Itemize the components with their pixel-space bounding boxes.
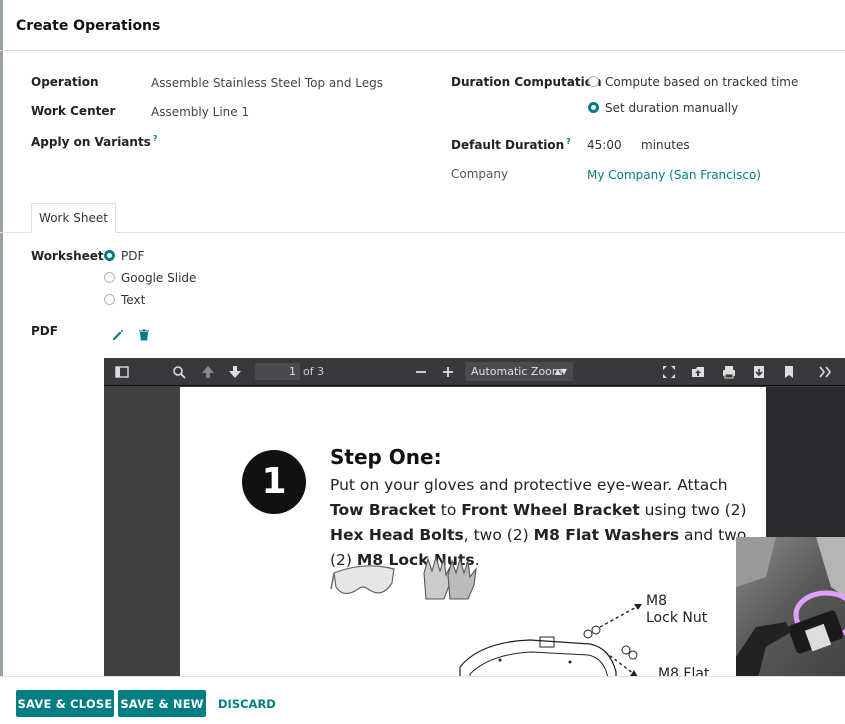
radio-worksheet-text[interactable] [104, 294, 115, 305]
pdf-toolbar: 1 of 3 Automatic Zoom ▲▼ [104, 358, 845, 386]
assembly-diagram [459, 603, 643, 676]
page-number-input[interactable]: 1 [255, 363, 300, 380]
dialog-title: Create Operations [16, 18, 161, 34]
step-instructions: Put on your gloves and protective eye-we… [330, 473, 750, 573]
instruction-segment: Tow Bracket [330, 501, 436, 519]
worksheet-label: Worksheet [31, 249, 104, 263]
radio-worksheet-pdf-label[interactable]: PDF [121, 249, 144, 263]
radio-worksheet-pdf[interactable] [104, 250, 115, 261]
radio-compute-tracked[interactable] [588, 76, 599, 87]
previous-page-icon[interactable] [200, 364, 216, 380]
operation-label: Operation [31, 75, 99, 89]
zoom-in-icon[interactable] [440, 364, 456, 380]
radio-compute-tracked-label[interactable]: Compute based on tracked time [605, 75, 798, 89]
instruction-segment: using two (2) [639, 501, 747, 519]
step-title: Step One: [330, 445, 442, 469]
callout-m8-lock-nut: M8 Lock Nut [646, 593, 708, 626]
updown-caret-icon: ▲▼ [554, 367, 567, 376]
radio-set-manually[interactable] [588, 102, 599, 113]
instruction-segment: Front Wheel Bracket [461, 501, 640, 519]
pdf-page: 1 Step One: Put on your gloves and prote… [180, 387, 766, 676]
next-page-icon[interactable] [227, 364, 243, 380]
help-tooltip-icon[interactable]: ? [153, 134, 158, 143]
work-center-field[interactable]: Assembly Line 1 [151, 105, 249, 119]
edit-pencil-icon[interactable] [111, 328, 125, 342]
print-icon[interactable] [721, 364, 737, 380]
discard-button[interactable]: DISCARD [218, 690, 276, 717]
pdf-viewer[interactable]: 1 of 3 Automatic Zoom ▲▼ 1 Step One: Put … [104, 358, 845, 676]
instruction-segment: M8 Flat Washers [533, 526, 680, 544]
save-close-button[interactable]: SAVE & CLOSE [16, 690, 114, 717]
bookmark-icon[interactable] [781, 364, 797, 380]
download-icon[interactable] [751, 364, 767, 380]
company-label: Company [451, 167, 509, 181]
callout-m8-flat: M8 Flat [658, 666, 710, 676]
apply-variants-label: Apply on Variants? [31, 134, 158, 149]
radio-worksheet-google-slide-label[interactable]: Google Slide [121, 271, 196, 285]
default-duration-field[interactable]: 45:00 [587, 138, 622, 152]
safety-glasses-illustration [330, 565, 395, 595]
radio-worksheet-google-slide[interactable] [104, 272, 115, 283]
radio-worksheet-text-label[interactable]: Text [121, 293, 145, 307]
sidebar-toggle-icon[interactable] [114, 364, 130, 380]
tab-divider [0, 232, 845, 233]
instruction-segment: to [435, 501, 462, 519]
presentation-mode-icon[interactable] [661, 364, 677, 380]
help-tooltip-icon[interactable]: ? [566, 137, 571, 146]
default-duration-unit: minutes [641, 138, 690, 152]
instruction-segment: Hex Head Bolts [330, 526, 464, 544]
step-number-badge: 1 [242, 450, 306, 514]
pdf-label: PDF [31, 324, 58, 338]
save-new-button[interactable]: SAVE & NEW [118, 690, 206, 717]
radio-set-manually-label[interactable]: Set duration manually [605, 101, 738, 115]
default-duration-label: Default Duration? [451, 137, 571, 152]
trash-icon[interactable] [137, 328, 151, 342]
instruction-segment: Put on your gloves and protective eye-we… [330, 476, 728, 494]
tools-chevron-icon[interactable] [817, 364, 833, 380]
zoom-out-icon[interactable] [413, 364, 429, 380]
page-count: of 3 [303, 365, 325, 378]
operation-field[interactable]: Assemble Stainless Steel Top and Legs [151, 76, 383, 90]
header-divider [0, 50, 845, 51]
zoom-select-value: Automatic Zoom [471, 365, 563, 378]
company-link[interactable]: My Company (San Francisco) [587, 168, 761, 182]
work-center-label: Work Center [31, 104, 116, 118]
window-edge [0, 0, 3, 724]
open-file-icon[interactable] [690, 364, 706, 380]
instruction-segment: , two (2) [463, 526, 534, 544]
duration-computation-label: Duration Computation [451, 75, 602, 89]
zoom-select[interactable]: Automatic Zoom ▲▼ [465, 362, 573, 381]
search-icon[interactable] [171, 364, 187, 380]
tab-work-sheet[interactable]: Work Sheet [31, 203, 116, 233]
